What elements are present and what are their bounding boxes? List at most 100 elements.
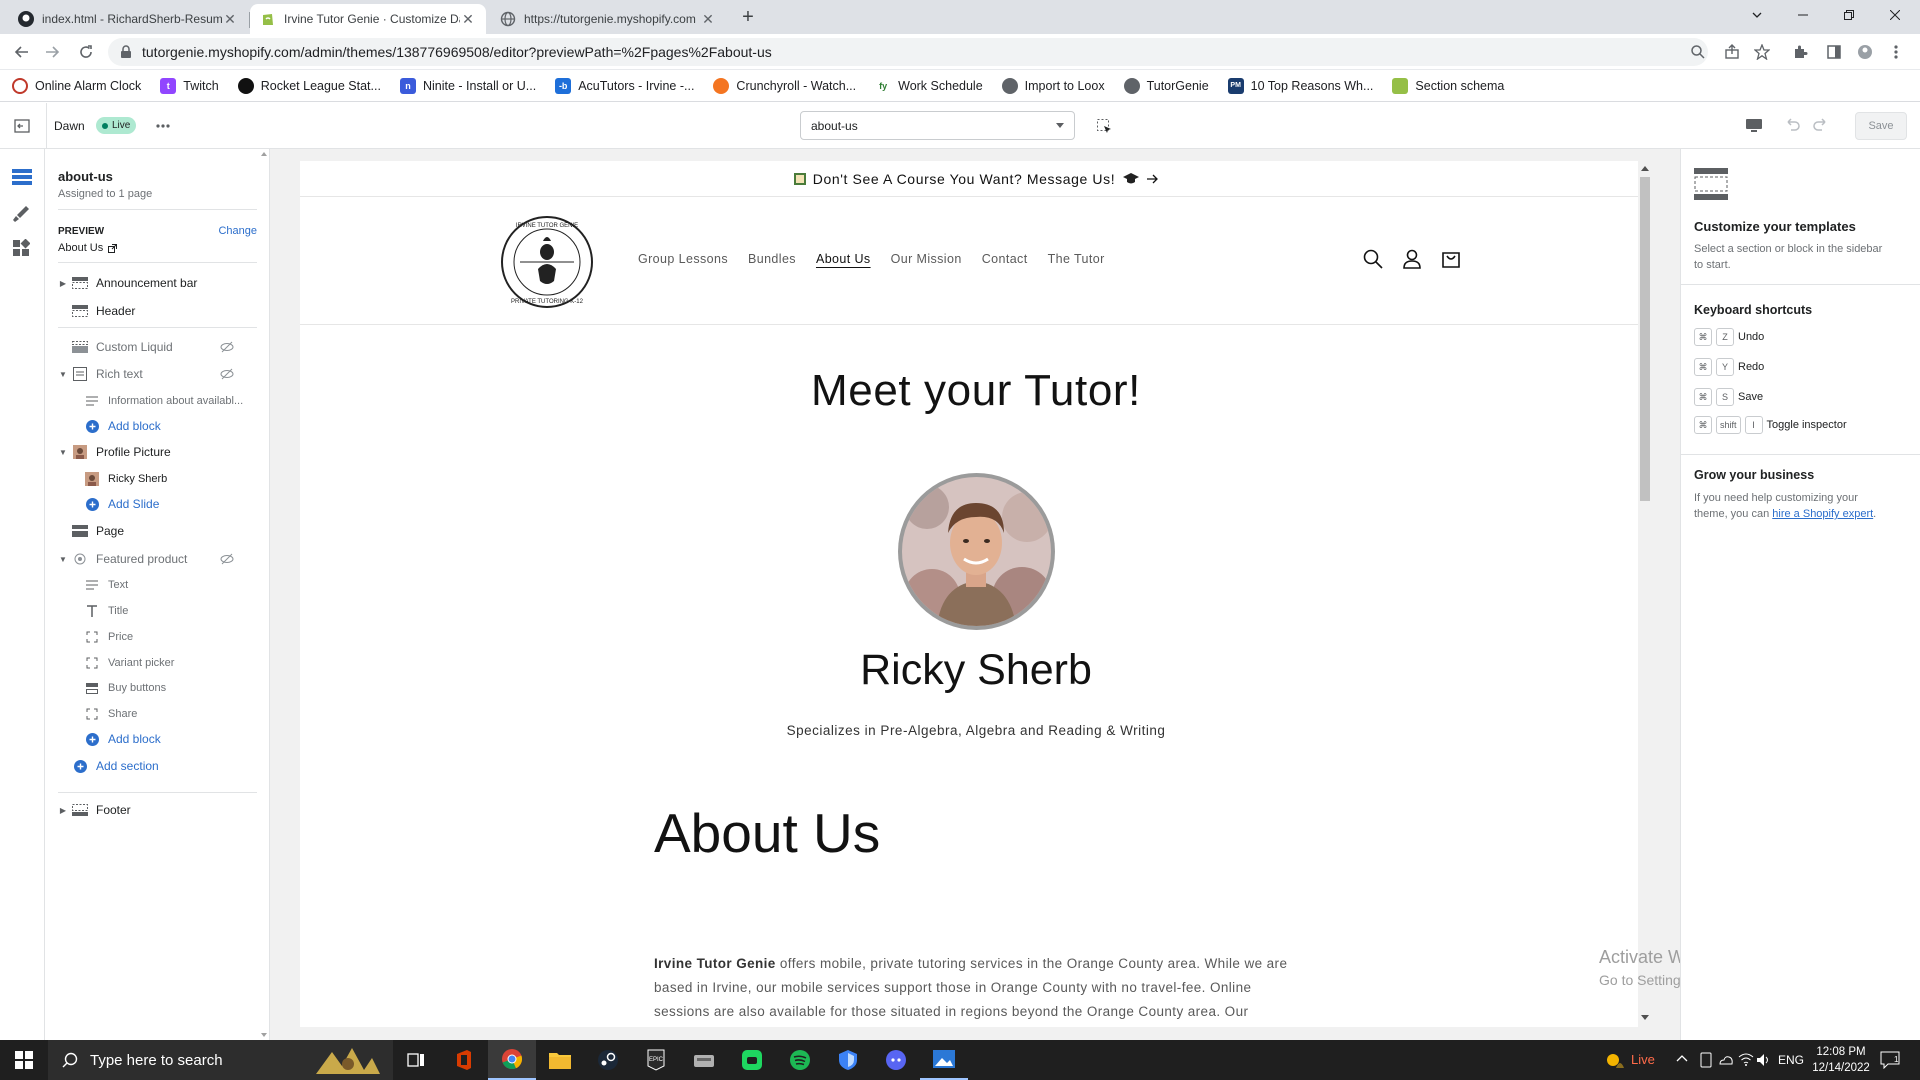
inspector-icon[interactable] <box>1096 118 1112 134</box>
account-icon[interactable] <box>1402 249 1422 269</box>
minimize-button[interactable] <box>1780 0 1826 30</box>
close-tab-icon[interactable]: ✕ <box>222 11 238 28</box>
more-actions-icon[interactable] <box>156 124 170 128</box>
clock[interactable]: 12:08 PM 12/14/2022 <box>1806 1044 1876 1076</box>
add-slide[interactable]: Add Slide <box>80 493 159 515</box>
epic-games-icon[interactable]: EPIC <box>632 1040 680 1080</box>
hire-expert-link[interactable]: hire a Shopify expert <box>1772 508 1873 520</box>
block-variant-picker[interactable]: Variant picker <box>80 652 174 674</box>
bookmark-crunchyroll[interactable]: Crunchyroll - Watch... <box>713 77 856 94</box>
section-header[interactable]: Header <box>58 300 135 322</box>
photos-icon[interactable] <box>920 1040 968 1080</box>
bookmark-star-icon[interactable] <box>1752 42 1772 62</box>
spotify-icon[interactable] <box>776 1040 824 1080</box>
redo-icon[interactable] <box>1812 118 1830 134</box>
close-tab-icon[interactable]: ✕ <box>700 11 716 28</box>
drive-icon[interactable] <box>680 1040 728 1080</box>
section-announcement-bar[interactable]: ▶ Announcement bar <box>58 272 197 294</box>
bookmark-alarm[interactable]: Online Alarm Clock <box>12 77 141 94</box>
desktop-view-icon[interactable] <box>1745 118 1763 134</box>
reload-icon[interactable] <box>76 42 96 62</box>
zoom-icon[interactable] <box>1688 42 1708 62</box>
search-icon[interactable] <box>1363 249 1383 269</box>
office-icon[interactable] <box>440 1040 488 1080</box>
live-indicator[interactable]: Live <box>1631 1052 1655 1067</box>
slide-ricky-sherb[interactable]: Ricky Sherb <box>80 468 167 490</box>
language-indicator[interactable]: ENG <box>1778 1053 1804 1067</box>
eye-hidden-icon[interactable] <box>220 341 234 353</box>
notifications-icon[interactable]: 1 <box>1880 1051 1900 1069</box>
close-tab-icon[interactable]: ✕ <box>460 11 476 28</box>
block-text[interactable]: Text <box>80 574 128 596</box>
add-section[interactable]: Add section <box>58 755 159 777</box>
chrome-icon[interactable] <box>488 1040 536 1080</box>
template-select[interactable]: about-us <box>800 111 1075 140</box>
sections-icon[interactable] <box>12 169 32 185</box>
nav-bundles[interactable]: Bundles <box>748 252 796 266</box>
tab-storefront[interactable]: https://tutorgenie.myshopify.com ✕ <box>490 4 726 34</box>
bookmark-loox[interactable]: Import to Loox <box>1001 77 1105 94</box>
bookmark-ninite[interactable]: n Ninite - Install or U... <box>399 77 536 94</box>
file-explorer-icon[interactable] <box>536 1040 584 1080</box>
section-rich-text[interactable]: ▼ Rich text <box>58 363 270 385</box>
steam-icon[interactable] <box>584 1040 632 1080</box>
weather-icon[interactable] <box>1604 1050 1626 1070</box>
volume-icon[interactable] <box>1756 1052 1772 1068</box>
theme-settings-icon[interactable] <box>12 205 30 223</box>
block-information[interactable]: Information about availabl... <box>80 390 243 412</box>
wifi-icon[interactable] <box>1738 1052 1754 1066</box>
sidebar-scrollbar[interactable] <box>259 149 269 1040</box>
block-share[interactable]: Share <box>80 703 137 725</box>
add-block-rich-text[interactable]: Add block <box>80 415 161 437</box>
game-icon[interactable] <box>728 1040 776 1080</box>
bookmark-section-schema[interactable]: Section schema <box>1392 77 1504 94</box>
bookmark-tutorgenie[interactable]: TutorGenie <box>1123 77 1209 94</box>
bookmark-10-reasons[interactable]: PM 10 Top Reasons Wh... <box>1227 77 1373 94</box>
onedrive-icon[interactable] <box>1718 1052 1734 1068</box>
bookmark-acututors[interactable]: -b AcuTutors - Irvine -... <box>555 77 694 94</box>
device-icon[interactable] <box>1700 1052 1712 1068</box>
preview-page-link[interactable]: About Us <box>58 242 118 254</box>
restore-button[interactable] <box>1826 0 1872 30</box>
menu-kebab-icon[interactable] <box>1886 42 1906 62</box>
windows-start-icon[interactable] <box>0 1040 48 1080</box>
tab-github[interactable]: index.html - RichardSherb-Resum ✕ <box>8 4 248 34</box>
nav-the-tutor[interactable]: The Tutor <box>1048 252 1105 266</box>
side-panel-icon[interactable] <box>1824 42 1844 62</box>
site-logo[interactable]: IRVINE TUTOR GENIE PRIVATE TUTORING K-12 <box>500 215 594 309</box>
back-arrow-icon[interactable] <box>12 42 32 62</box>
eye-hidden-icon[interactable] <box>220 553 234 565</box>
close-window-button[interactable] <box>1872 0 1918 30</box>
forward-arrow-icon[interactable] <box>42 42 62 62</box>
bookmark-work-schedule[interactable]: fy Work Schedule <box>875 77 983 94</box>
nav-about-us[interactable]: About Us <box>816 252 871 266</box>
eye-hidden-icon[interactable] <box>220 368 234 380</box>
block-buy-buttons[interactable]: Buy buttons <box>80 677 166 699</box>
save-button[interactable]: Save <box>1855 112 1907 140</box>
extensions-icon[interactable] <box>1790 42 1810 62</box>
announcement-bar[interactable]: Don't See A Course You Want? Message Us! <box>300 161 1652 197</box>
preview-scrollbar[interactable] <box>1638 161 1652 1027</box>
change-preview-link[interactable]: Change <box>218 225 257 237</box>
task-view-icon[interactable] <box>392 1040 440 1080</box>
discord-icon[interactable] <box>872 1040 920 1080</box>
share-icon[interactable] <box>1722 42 1742 62</box>
chevron-up-icon[interactable] <box>1676 1054 1688 1062</box>
tab-search-button[interactable] <box>1734 0 1780 30</box>
bookmark-twitch[interactable]: t Twitch <box>160 77 219 94</box>
section-custom-liquid[interactable]: Custom Liquid <box>58 336 270 358</box>
section-footer[interactable]: ▶ Footer <box>58 799 131 821</box>
add-block-featured-product[interactable]: Add block <box>80 728 161 750</box>
security-shield-icon[interactable] <box>824 1040 872 1080</box>
section-featured-product[interactable]: ▼ Featured product <box>58 548 270 570</box>
bookmark-rocket-league[interactable]: Rocket League Stat... <box>237 77 381 94</box>
nav-our-mission[interactable]: Our Mission <box>891 252 962 266</box>
tab-shopify-editor[interactable]: Irvine Tutor Genie · Customize Da ✕ <box>250 4 486 34</box>
app-embeds-icon[interactable] <box>12 239 30 257</box>
cart-icon[interactable] <box>1441 249 1461 269</box>
block-price[interactable]: Price <box>80 626 133 648</box>
nav-group-lessons[interactable]: Group Lessons <box>638 252 728 266</box>
taskbar-search[interactable]: Type here to search <box>48 1040 393 1080</box>
undo-icon[interactable] <box>1783 118 1801 134</box>
exit-icon[interactable] <box>14 118 30 134</box>
